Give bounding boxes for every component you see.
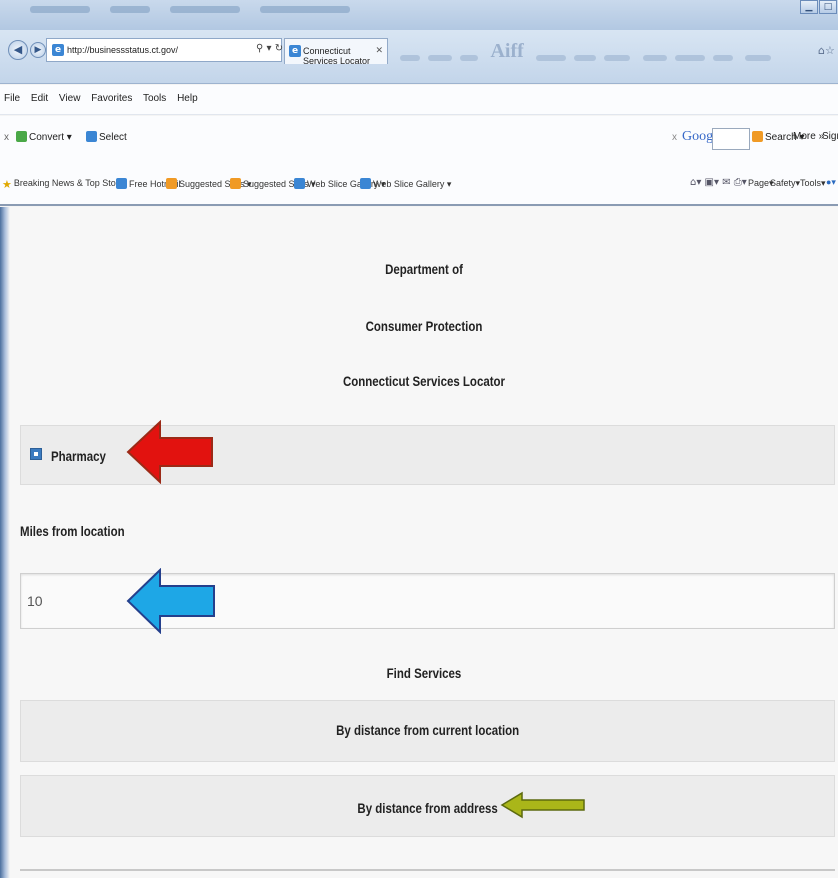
favorite-label: Web Slice Gallery	[373, 179, 445, 189]
page-menu-label: Page	[748, 178, 770, 188]
safety-menu[interactable]: Safety▾	[770, 178, 800, 189]
page-title: Connecticut Services Locator	[342, 373, 506, 389]
menu-edit[interactable]: Edit	[31, 93, 48, 104]
blue-arrow-icon	[126, 568, 215, 634]
favorite-label: Breaking News & Top Sto...	[13, 178, 124, 188]
favorite-breaking-news[interactable]: ★ Breaking News & Top Sto...	[2, 178, 123, 191]
by-address-button[interactable]: By distance from address	[20, 775, 835, 837]
navigation-bar: ◀ ▶ e http://businessstatus.ct.gov/ ⚲ ▾ …	[0, 30, 838, 84]
window-titlebar: ▁ □	[0, 0, 838, 30]
menu-help[interactable]: Help	[177, 93, 198, 104]
home-feeds-mail-print-icons[interactable]: ⌂▾ ▣▾ ✉ ⎙▾	[690, 177, 747, 188]
menu-favorites[interactable]: Favorites	[91, 93, 132, 104]
tab-title: Connecticut Services Locator	[303, 46, 371, 66]
favorites-bar: ★ Breaking News & Top Sto... Free Hotmail…	[0, 162, 838, 206]
blurred-title	[170, 6, 240, 13]
forward-icon[interactable]: ▶	[30, 42, 46, 58]
blurred-tabs: Aiff	[400, 40, 820, 62]
blurred-title	[110, 6, 150, 13]
select-label: Select	[99, 132, 127, 143]
convert-icon	[16, 131, 27, 142]
pharmacy-checkbox[interactable]	[30, 448, 42, 460]
address-url: http://businessstatus.ct.gov/	[67, 45, 179, 55]
heading-department: Department of	[385, 261, 463, 277]
sign-in-button[interactable]: Sign I	[822, 131, 838, 142]
address-bar[interactable]: e http://businessstatus.ct.gov/	[46, 38, 282, 62]
blurred-title	[260, 6, 350, 13]
suggested-sites-icon	[166, 178, 177, 189]
menu-bar: File Edit View Favorites Tools Help	[0, 85, 838, 115]
menu-file[interactable]: File	[4, 93, 20, 104]
convert-button[interactable]: Convert ▾	[16, 131, 72, 143]
window-left-edge	[0, 207, 10, 878]
tools-menu-label: Tools	[800, 178, 822, 188]
by-address-label: By distance from address	[357, 800, 498, 816]
back-icon[interactable]: ◀	[8, 40, 28, 60]
olive-arrow-icon	[500, 791, 585, 819]
close-toolbar-icon[interactable]: x	[4, 132, 9, 143]
ie-page-icon: e	[52, 44, 64, 56]
search-refresh-icons[interactable]: ⚲ ▾ ↻	[256, 43, 283, 54]
ie-page-icon	[360, 178, 371, 189]
home-star-icons[interactable]: ⌂☆	[818, 44, 835, 57]
close-google-toolbar-icon[interactable]: x	[672, 132, 677, 143]
by-current-location-button[interactable]: By distance from current location	[20, 700, 835, 762]
google-search-label: Search	[765, 132, 797, 143]
ie-page-icon: e	[289, 45, 301, 57]
find-services-heading: Find Services	[386, 665, 462, 681]
google-search-input[interactable]	[712, 128, 750, 150]
convert-label: Convert	[29, 132, 65, 143]
safety-menu-label: Safety	[770, 178, 796, 188]
bottom-divider	[20, 869, 835, 871]
select-icon	[86, 131, 97, 142]
menu-view[interactable]: View	[59, 93, 81, 104]
heading-consumer-protection: Consumer Protection	[365, 318, 483, 334]
blurred-title	[30, 6, 90, 13]
command-bar: x Convert ▾ Select x Google Search ▾ Mor…	[0, 116, 838, 162]
suggested-sites-icon	[230, 178, 241, 189]
maximize-icon[interactable]: □	[819, 0, 837, 14]
minimize-icon[interactable]: ▁	[800, 0, 818, 14]
help-icon[interactable]: ●▾	[826, 177, 836, 188]
tab-connecticut-services-locator[interactable]: e Connecticut Services Locator ✕	[284, 38, 388, 66]
more-button[interactable]: More »	[793, 131, 824, 142]
favorites-star-icon: ★	[2, 178, 12, 191]
page-content: Department of Consumer Protection Connec…	[10, 207, 838, 878]
menu-tools[interactable]: Tools	[143, 93, 166, 104]
favorite-web-slice-gallery[interactable]: Web Slice Gallery ▾	[360, 178, 451, 190]
ie-page-icon	[116, 178, 127, 189]
select-button[interactable]: Select	[86, 131, 127, 143]
more-label: More	[793, 131, 816, 142]
close-tab-icon[interactable]: ✕	[375, 45, 383, 56]
red-arrow-icon	[126, 420, 213, 484]
pharmacy-label: Pharmacy	[51, 448, 106, 464]
tools-menu[interactable]: Tools▾	[800, 178, 826, 189]
ie-page-icon	[294, 178, 305, 189]
miles-label: Miles from location	[20, 523, 125, 539]
by-current-location-label: By distance from current location	[335, 722, 520, 738]
google-search-icon	[752, 131, 763, 142]
